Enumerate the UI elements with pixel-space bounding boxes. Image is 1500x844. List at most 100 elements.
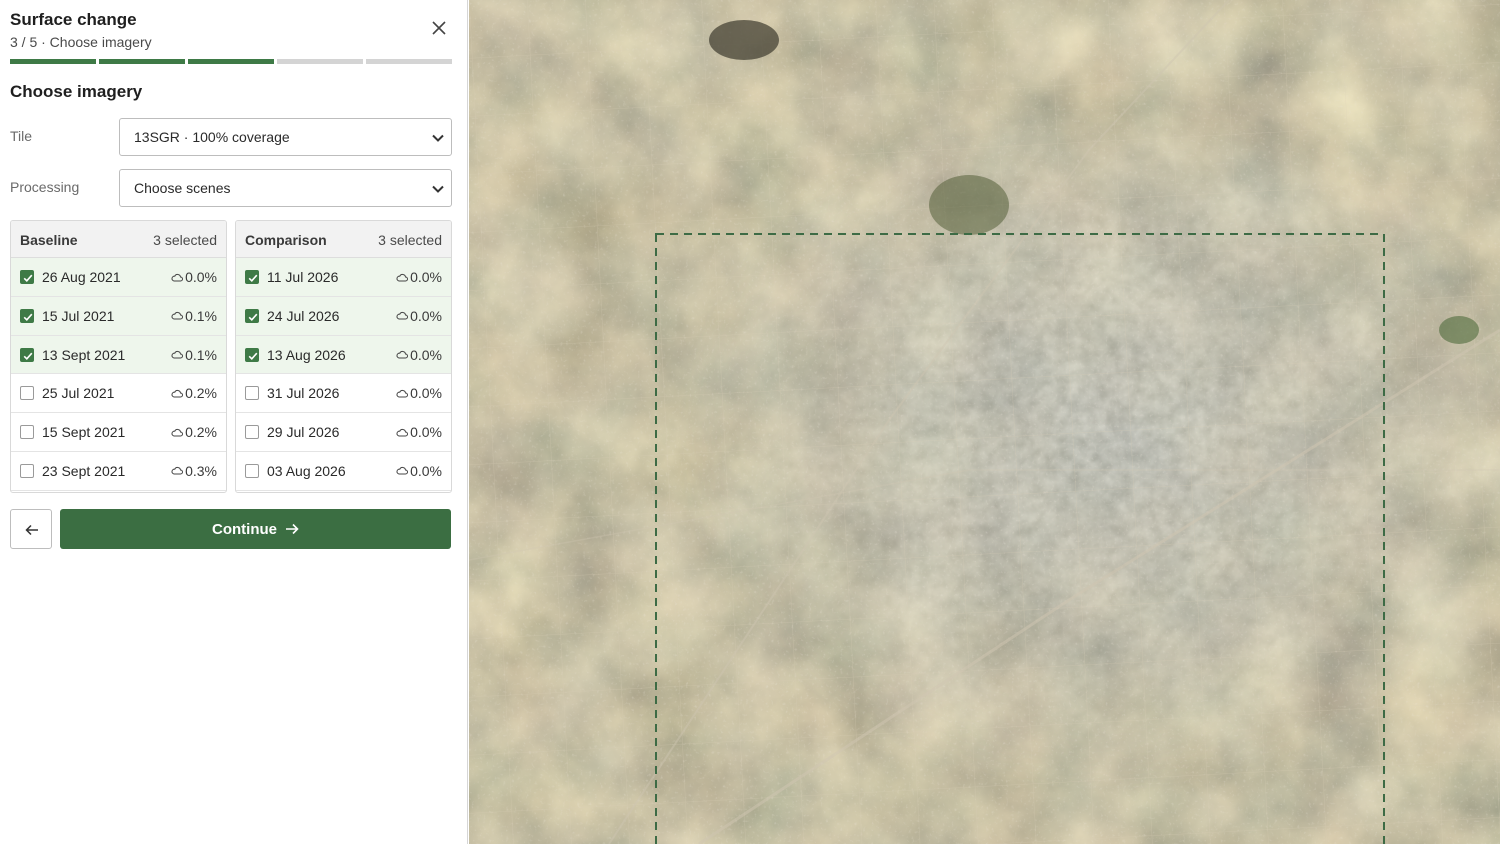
scene-date: 31 Jul 2026 (267, 385, 340, 402)
cloud-cover-value: 0.3% (185, 462, 217, 479)
baseline-scene-row[interactable]: 23 Sept 2021 0.3% (11, 452, 226, 491)
cloud-cover: 0.3% (171, 463, 217, 479)
processing-select-value: Choose scenes (134, 180, 231, 196)
tile-select[interactable]: 13SGR · 100% coverage (119, 118, 452, 156)
cloud-cover: 0.0% (396, 308, 442, 324)
scene-checkbox[interactable] (20, 308, 34, 323)
progress-step (10, 59, 96, 64)
processing-select[interactable]: Choose scenes (119, 169, 452, 207)
progress-step (366, 59, 452, 64)
tile-select-value: 13SGR · 100% coverage (134, 129, 290, 145)
cloud-cover-value: 0.0% (185, 269, 217, 285)
side-panel: Surface change 3 / 5 · Choose imagery Ch… (0, 0, 468, 844)
comparison-scene-row[interactable]: 13 Aug 2026 0.0% (236, 335, 451, 375)
scene-date: 24 Jul 2026 (267, 307, 340, 324)
cloud-icon (396, 351, 409, 359)
baseline-title: Baseline (20, 232, 78, 248)
cloud-icon (171, 312, 184, 320)
cloud-icon (171, 389, 184, 398)
baseline-scene-row[interactable]: 13 Sept 2021 0.1% (11, 335, 226, 375)
cloud-cover: 0.0% (396, 347, 442, 363)
cloud-cover-value: 0.0% (410, 269, 442, 285)
cloud-cover-value: 0.0% (410, 462, 442, 479)
scene-checkbox[interactable] (245, 425, 259, 440)
cloud-cover: 0.0% (396, 463, 442, 479)
scene-checkbox[interactable] (245, 270, 259, 284)
comparison-title: Comparison (245, 232, 327, 248)
cloud-cover-value: 0.1% (185, 346, 217, 363)
comparison-scene-list: Comparison 3 selected 11 Jul 2026 0.0% 24 … (235, 220, 452, 493)
close-icon (432, 21, 446, 35)
cloud-icon (396, 467, 409, 475)
cloud-cover-value: 0.0% (410, 385, 442, 402)
cloud-cover-value: 0.1% (185, 307, 217, 324)
scene-date: 23 Sept 2021 (42, 462, 126, 479)
scene-checkbox[interactable] (20, 425, 34, 440)
comparison-scene-row[interactable]: 29 Jul 2026 0.0% (236, 413, 451, 452)
scene-checkbox[interactable] (245, 308, 259, 323)
cloud-cover-value: 0.0% (410, 307, 442, 324)
cloud-cover: 0.1% (171, 347, 217, 363)
step-indicator: 3 / 5 · Choose imagery (10, 34, 152, 50)
cloud-cover-value: 0.2% (185, 424, 217, 441)
scene-date: 15 Sept 2021 (42, 424, 126, 441)
scene-date: 11 Jul 2026 (267, 269, 339, 285)
comparison-scene-row[interactable]: 11 Jul 2026 0.0% (236, 258, 451, 297)
progress-step (99, 59, 185, 64)
cloud-icon (171, 273, 184, 281)
comparison-scene-row[interactable]: 31 Jul 2026 0.0% (236, 374, 451, 414)
comparison-scene-row[interactable]: 03 Aug 2026 0.0% (236, 452, 451, 491)
scene-checkbox[interactable] (20, 463, 34, 478)
cloud-cover: 0.0% (396, 424, 442, 440)
tile-field: Tile 13SGR · 100% coverage (10, 118, 452, 156)
scene-date: 25 Jul 2021 (42, 385, 115, 402)
progress-step (188, 59, 274, 64)
scene-date: 13 Aug 2026 (267, 346, 346, 363)
baseline-scene-row[interactable]: 15 Sept 2021 0.2% (11, 413, 226, 452)
scene-checkbox[interactable] (20, 386, 34, 401)
baseline-scene-row[interactable]: 26 Aug 2021 0.0% (11, 258, 226, 297)
continue-button[interactable]: Continue (60, 509, 451, 549)
cloud-icon (396, 273, 409, 281)
tile-label: Tile (10, 128, 33, 144)
cloud-icon (396, 389, 409, 398)
baseline-scene-row[interactable]: 15 Jul 2021 0.1% (11, 296, 226, 336)
scene-checkbox[interactable] (245, 386, 259, 401)
back-button[interactable] (10, 509, 52, 549)
baseline-selected-count: 3 selected (153, 232, 217, 248)
close-button[interactable] (429, 18, 449, 38)
baseline-scene-row[interactable]: 25 Jul 2021 0.2% (11, 374, 226, 414)
chevron-down-icon (432, 134, 444, 142)
section-title: Choose imagery (10, 82, 143, 101)
scene-date: 03 Aug 2026 (267, 462, 346, 479)
cloud-cover: 0.0% (396, 269, 442, 285)
comparison-selected-count: 3 selected (378, 232, 442, 248)
cloud-icon (171, 428, 184, 437)
satellite-map[interactable] (469, 0, 1500, 844)
cloud-icon (171, 467, 184, 475)
progress-step (277, 59, 363, 64)
baseline-header: Baseline 3 selected (11, 221, 226, 258)
scene-checkbox[interactable] (245, 347, 259, 362)
cloud-cover: 0.2% (171, 385, 217, 401)
cloud-cover: 0.0% (396, 385, 442, 401)
cloud-icon (171, 351, 184, 359)
scene-date: 29 Jul 2026 (267, 424, 340, 441)
cloud-cover: 0.2% (171, 424, 217, 440)
scene-checkbox[interactable] (20, 270, 34, 284)
cloud-cover: 0.0% (171, 269, 217, 285)
cloud-cover-value: 0.0% (410, 346, 442, 363)
comparison-header: Comparison 3 selected (236, 221, 451, 258)
panel-title: Surface change (10, 10, 137, 29)
continue-label: Continue (212, 520, 277, 538)
scene-date: 13 Sept 2021 (42, 346, 126, 363)
scene-checkbox[interactable] (245, 463, 259, 478)
baseline-scene-list: Baseline 3 selected 26 Aug 2021 0.0% 15 Ju… (10, 220, 227, 493)
panel-header: Surface change 3 / 5 · Choose imagery (0, 0, 467, 58)
scene-date: 15 Jul 2021 (42, 307, 115, 324)
arrow-right-icon (286, 523, 299, 535)
scene-checkbox[interactable] (20, 347, 34, 362)
comparison-scene-row[interactable]: 24 Jul 2026 0.0% (236, 296, 451, 336)
scene-date: 26 Aug 2021 (42, 269, 121, 285)
cloud-cover-value: 0.2% (185, 385, 217, 402)
